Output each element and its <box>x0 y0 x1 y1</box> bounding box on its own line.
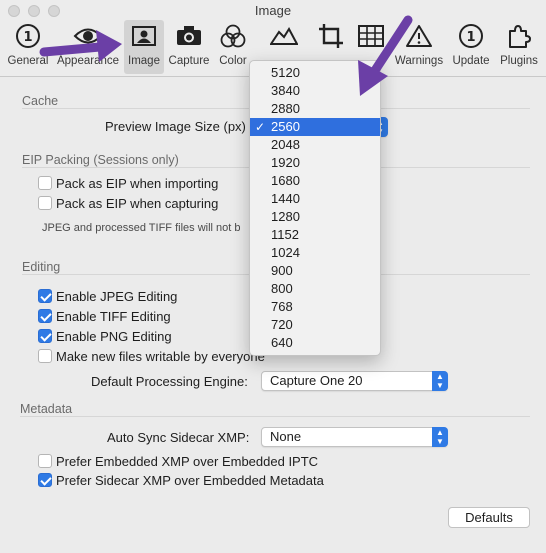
grid-icon <box>352 20 390 52</box>
tab-warnings[interactable]: Warnings <box>393 20 445 74</box>
prefer-sidecar-checkbox[interactable] <box>38 473 52 487</box>
enable-jpeg-editing-checkbox[interactable] <box>38 289 52 303</box>
tab-capture[interactable]: Capture <box>166 20 212 74</box>
menu-item-1920[interactable]: 1920 <box>250 154 380 172</box>
cache-section-title: Cache <box>22 94 59 108</box>
menu-item-640[interactable]: 640 <box>250 334 380 352</box>
chevron-updown-icon: ▲▼ <box>432 371 448 391</box>
update-icon: 1 <box>448 20 494 52</box>
menu-item-1680[interactable]: 1680 <box>250 172 380 190</box>
menu-item-1024[interactable]: 1024 <box>250 244 380 262</box>
puzzle-icon <box>496 20 542 52</box>
enable-png-editing-label: Enable PNG Editing <box>56 329 172 344</box>
prefer-xmp-iptc-checkbox[interactable] <box>38 454 52 468</box>
pack-eip-importing-label: Pack as EIP when importing <box>56 176 219 191</box>
svg-text:1: 1 <box>23 30 32 45</box>
pack-eip-importing-checkbox[interactable] <box>38 176 52 190</box>
image-icon <box>124 20 164 52</box>
writable-files-label: Make new files writable by everyone <box>56 349 265 364</box>
enable-jpeg-editing-label: Enable JPEG Editing <box>56 289 178 304</box>
auto-sync-popup[interactable]: None ▲ ▼ <box>261 427 448 447</box>
tab-label: Image <box>128 55 160 67</box>
preview-size-label: Preview Image Size (px) <box>105 119 246 134</box>
camera-icon <box>166 20 212 52</box>
auto-sync-value: None <box>270 429 302 444</box>
defaults-button[interactable]: Defaults <box>448 507 530 528</box>
prefer-sidecar-label: Prefer Sidecar XMP over Embedded Metadat… <box>56 473 324 488</box>
tab-label: Appearance <box>56 55 120 67</box>
tab-plugins[interactable]: Plugins <box>496 20 542 74</box>
zoom-window-button[interactable] <box>48 5 60 17</box>
tab-update[interactable]: 1 Update <box>448 20 494 74</box>
preview-size-menu: 5120 3840 2880 ✓ 2560 2048 1920 1680 1440… <box>249 60 381 356</box>
menu-item-800[interactable]: 800 <box>250 280 380 298</box>
minimize-window-button[interactable] <box>28 5 40 17</box>
menu-item-1440[interactable]: 1440 <box>250 190 380 208</box>
mountain-icon <box>262 20 306 52</box>
info-circle-icon: 1 <box>4 20 52 52</box>
eip-section-title: EIP Packing (Sessions only) <box>22 153 179 167</box>
tab-general[interactable]: 1 General <box>4 20 52 74</box>
pack-eip-capturing-label: Pack as EIP when capturing <box>56 196 219 211</box>
processing-engine-label: Default Processing Engine: <box>91 374 248 389</box>
processing-engine-value: Capture One 20 <box>270 373 363 388</box>
menu-item-900[interactable]: 900 <box>250 262 380 280</box>
color-circles-icon <box>214 20 252 52</box>
crop-icon <box>310 20 352 52</box>
checkmark-icon: ✓ <box>255 120 266 134</box>
menu-item-2880[interactable]: 2880 <box>250 100 380 118</box>
tab-label: Color <box>219 55 247 67</box>
close-window-button[interactable] <box>8 5 20 17</box>
menu-item-768[interactable]: 768 <box>250 298 380 316</box>
menu-item-720[interactable]: 720 <box>250 316 380 334</box>
menu-item-2048[interactable]: 2048 <box>250 136 380 154</box>
metadata-section-title: Metadata <box>20 402 73 416</box>
prefer-xmp-iptc-label: Prefer Embedded XMP over Embedded IPTC <box>56 454 319 469</box>
menu-item-2560[interactable]: ✓ 2560 <box>250 118 380 136</box>
tab-label: Warnings <box>394 55 444 67</box>
tab-appearance[interactable]: Appearance <box>54 20 122 74</box>
window-title: Image <box>254 3 292 18</box>
tab-label: Update <box>452 55 490 67</box>
auto-sync-label: Auto Sync Sidecar XMP: <box>107 430 250 445</box>
tab-label: Plugins <box>500 55 538 67</box>
menu-item-3840[interactable]: 3840 <box>250 82 380 100</box>
tab-image[interactable]: Image <box>124 20 164 74</box>
pack-eip-capturing-checkbox[interactable] <box>38 196 52 210</box>
processing-engine-popup[interactable]: Capture One 20 ▲ ▼ <box>261 371 448 391</box>
menu-item-1152[interactable]: 1152 <box>250 226 380 244</box>
menu-item-5120[interactable]: 5120 <box>250 64 380 82</box>
eye-icon <box>54 20 122 52</box>
warning-icon <box>393 20 445 52</box>
enable-png-editing-checkbox[interactable] <box>38 329 52 343</box>
chevron-updown-icon: ▲▼ <box>432 427 448 447</box>
enable-tiff-editing-label: Enable TIFF Editing <box>56 309 171 324</box>
tab-label: General <box>7 55 49 67</box>
svg-text:1: 1 <box>466 30 475 45</box>
editing-section-title: Editing <box>22 260 61 274</box>
eip-note: JPEG and processed TIFF files will not b <box>42 222 241 234</box>
enable-tiff-editing-checkbox[interactable] <box>38 309 52 323</box>
writable-files-checkbox[interactable] <box>38 349 52 363</box>
tab-color[interactable]: Color <box>214 20 252 74</box>
menu-item-1280[interactable]: 1280 <box>250 208 380 226</box>
section-divider <box>20 416 530 417</box>
tab-label: Capture <box>168 55 210 67</box>
